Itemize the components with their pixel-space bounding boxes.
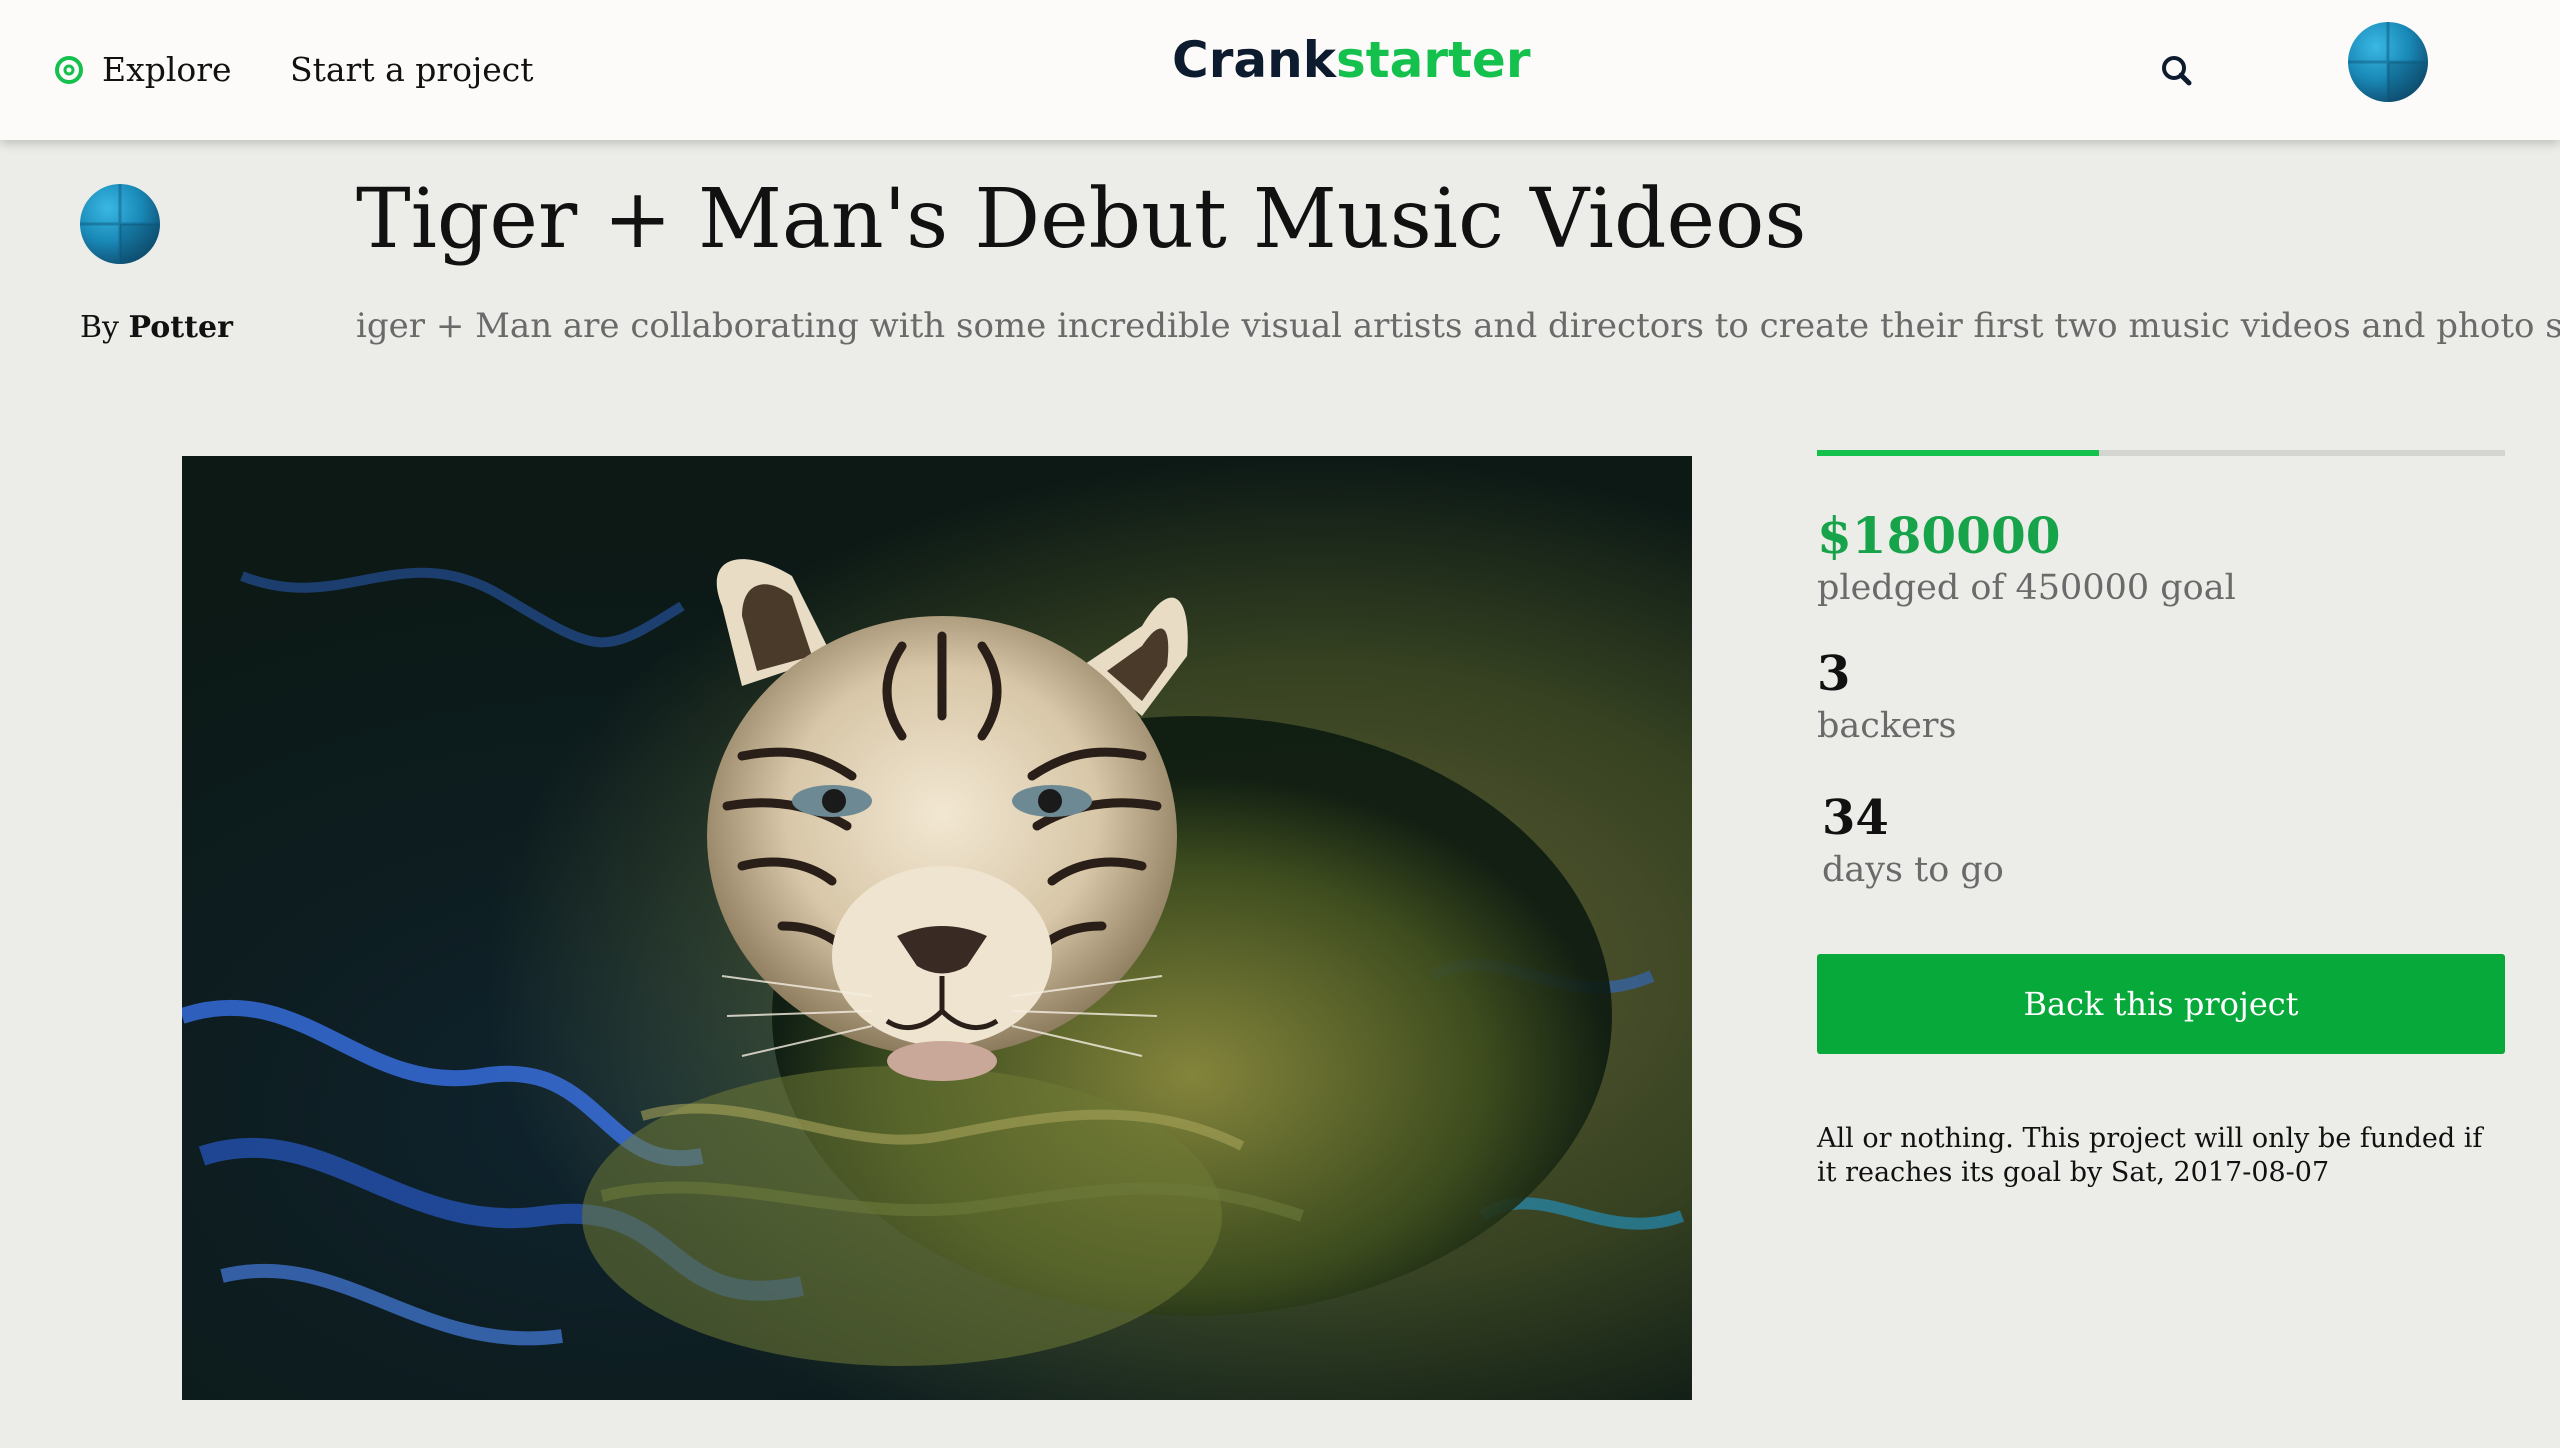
creator-byline: By Potter xyxy=(80,310,233,345)
pledged-amount: $180000 xyxy=(1817,506,2061,565)
project-title: Tiger + Man's Debut Music Videos xyxy=(356,172,1807,267)
start-project-link[interactable]: Start a project xyxy=(290,50,534,89)
back-this-project-button[interactable]: Back this project xyxy=(1817,954,2505,1054)
backers-count: 3 xyxy=(1817,646,1851,702)
top-navigation-bar: Explore Start a project Crankstarter xyxy=(0,0,2560,140)
backers-label: backers xyxy=(1817,706,1957,746)
creator-avatar-image xyxy=(80,184,160,264)
creator-avatar[interactable] xyxy=(80,184,160,264)
funding-progress-bar xyxy=(1817,450,2505,456)
funding-progress-fill xyxy=(1817,450,2100,456)
avatar-image xyxy=(2348,22,2428,102)
crankstarter-logo[interactable]: Crankstarter xyxy=(1172,28,1530,92)
user-avatar[interactable] xyxy=(2348,22,2428,102)
pledged-goal-label: pledged of 450000 goal xyxy=(1817,568,2236,608)
creator-name-link[interactable]: Potter xyxy=(129,310,233,345)
project-blurb: iger + Man are collaborating with some i… xyxy=(356,306,2560,346)
project-hero-image[interactable] xyxy=(182,456,1692,1400)
days-to-go-count: 34 xyxy=(1822,790,1889,846)
byline-prefix: By xyxy=(80,310,119,345)
funding-terms-note: All or nothing. This project will only b… xyxy=(1817,1123,2483,1188)
search-icon xyxy=(2162,56,2192,86)
tiger-image xyxy=(182,456,1692,1400)
logo-text-crank: Crank xyxy=(1172,31,1336,89)
search-button[interactable] xyxy=(2156,50,2200,94)
logo-text-starter: starter xyxy=(1335,31,1531,89)
explore-link[interactable]: Explore xyxy=(54,50,232,89)
explore-label: Explore xyxy=(102,50,232,89)
days-to-go-label: days to go xyxy=(1822,850,2004,890)
compass-icon xyxy=(55,55,83,84)
